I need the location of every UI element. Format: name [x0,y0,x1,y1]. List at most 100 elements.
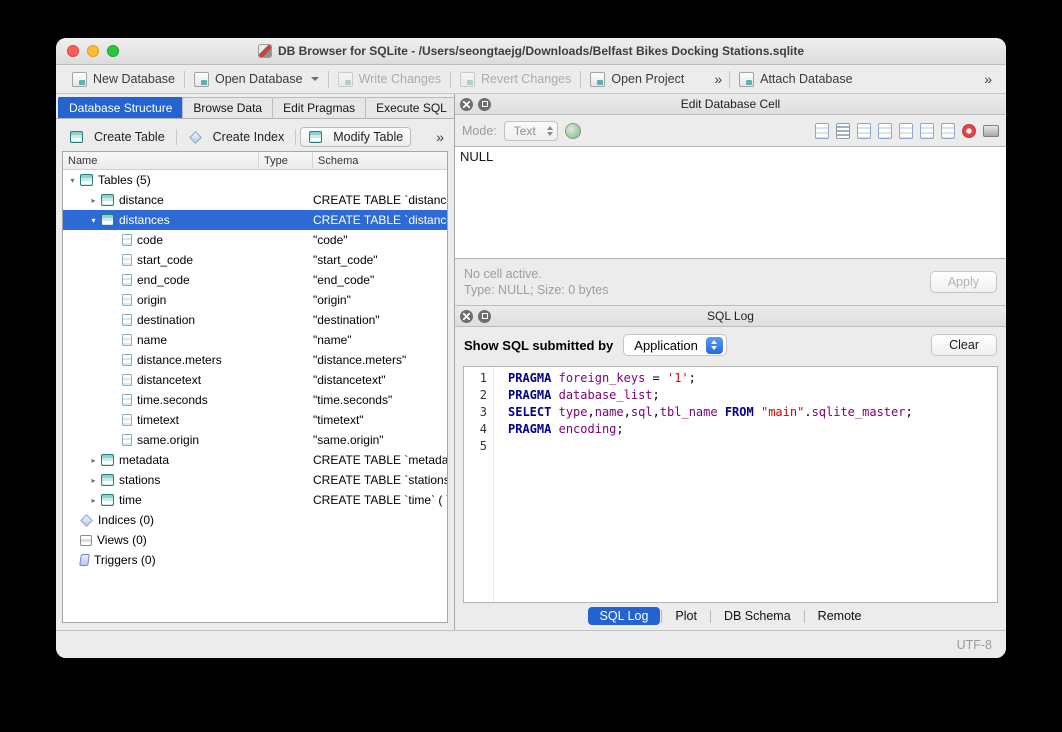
tree-row[interactable]: Triggers (0) [63,550,447,570]
close-window-button[interactable] [67,45,79,57]
attach-database-button[interactable]: Attach Database [730,65,861,93]
revert-changes-label: Revert Changes [481,72,571,86]
open-project-label: Open Project [611,72,684,86]
column-header-name[interactable]: Name [63,152,259,169]
tree-row[interactable]: destination "destination" [63,310,447,330]
set-null-icon[interactable] [962,124,976,138]
close-panel-button[interactable] [460,98,473,111]
save-icon[interactable] [941,123,955,139]
chevron-down-icon [311,77,319,81]
toolbar-overflow-icon[interactable]: » [707,71,729,87]
apply-button[interactable]: Apply [930,271,997,293]
tree-item-label: distancetext [137,373,201,387]
tree-row[interactable]: ▸ time CREATE TABLE `time` ( `fie [63,490,447,510]
close-panel-button[interactable] [460,310,473,323]
sql-log-view[interactable]: 12345 PRAGMA foreign_keys = '1';PRAGMA d… [463,366,998,603]
modify-table-label: Modify Table [333,130,403,144]
close-icon [463,313,470,320]
minimize-window-button[interactable] [87,45,99,57]
tree-row[interactable]: ▸ metadata CREATE TABLE `metadata` [63,450,447,470]
open-project-button[interactable]: Open Project [581,65,693,93]
application-dropdown[interactable]: Application [623,334,727,356]
tree-cell-name: destination [63,313,259,327]
zoom-window-button[interactable] [107,45,119,57]
tab-database-structure[interactable]: Database Structure [58,97,183,118]
encoding-indicator[interactable]: UTF-8 [957,638,992,652]
attach-database-label: Attach Database [760,72,852,86]
actions-overflow-icon[interactable]: » [436,129,448,145]
tree-row[interactable]: name "name" [63,330,447,350]
detach-panel-button[interactable] [478,98,491,111]
tree-cell-schema: CREATE TABLE `distances` [313,213,447,227]
tree-cell-name: Triggers (0) [63,553,259,567]
tree-row[interactable]: ▸ stations CREATE TABLE `stations` ( [63,470,447,490]
tree-cell-name: code [63,233,259,247]
gear-icon[interactable] [565,123,581,139]
new-database-button[interactable]: New Database [63,65,184,93]
tree-row[interactable]: start_code "start_code" [63,250,447,270]
tree-item-label: destination [137,313,195,327]
tree-row[interactable]: code "code" [63,230,447,250]
stepper-icon [543,122,557,140]
tree-cell-schema: "destination" [313,313,447,327]
tree-row[interactable]: origin "origin" [63,290,447,310]
tree-cell-schema: CREATE TABLE `distance` ( [313,193,447,207]
create-table-button[interactable]: Create Table [62,128,172,146]
expander-icon[interactable]: ▸ [87,476,100,485]
structure-tab-content: Create Table Create Index Modify Table » [56,118,454,630]
tree-row[interactable]: Indices (0) [63,510,447,530]
toolbar-overflow-icon[interactable]: » [977,71,999,87]
actions-separator [176,129,177,145]
tree-row[interactable]: ▾ distances CREATE TABLE `distances` [63,210,447,230]
expander-icon[interactable]: ▸ [87,196,100,205]
export-icon[interactable] [920,123,934,139]
copy-icon[interactable] [857,123,871,139]
tree-row[interactable]: time.seconds "time.seconds" [63,390,447,410]
column-header-type[interactable]: Type [259,152,313,169]
main-toolbar: New Database Open Database Write Changes… [56,65,1006,94]
tree-row[interactable]: ▸ distance CREATE TABLE `distance` ( [63,190,447,210]
tree-row[interactable]: end_code "end_code" [63,270,447,290]
tree-cell-name: Views (0) [63,533,259,547]
detach-panel-button[interactable] [478,310,491,323]
create-index-button[interactable]: Create Index [181,128,292,146]
tree-item-label: time.seconds [137,393,208,407]
text-view-icon[interactable] [815,123,829,139]
tab-execute-sql[interactable]: Execute SQL [365,97,458,118]
tab-edit-pragmas[interactable]: Edit Pragmas [272,97,366,118]
modify-table-button[interactable]: Modify Table [300,127,411,147]
expander-icon[interactable]: ▾ [87,216,100,225]
tab-sql-log[interactable]: SQL Log [588,607,661,625]
word-wrap-icon[interactable] [836,123,850,139]
tree-cell-schema: CREATE TABLE `time` ( `fie [313,493,447,507]
mode-combobox[interactable]: Text [504,121,558,141]
column-header-schema[interactable]: Schema [313,152,447,169]
paste-icon[interactable] [878,123,892,139]
import-icon[interactable] [899,123,913,139]
tab-plot[interactable]: Plot [663,607,709,625]
tree-row[interactable]: same.origin "same.origin" [63,430,447,450]
expander-icon[interactable]: ▸ [87,456,100,465]
tab-db-schema[interactable]: DB Schema [712,607,803,625]
expander-icon[interactable]: ▾ [66,176,79,185]
field-icon [122,414,132,426]
tree-cell-schema: "distance.meters" [313,353,447,367]
tab-separator [661,610,662,623]
open-database-button[interactable]: Open Database [185,65,328,93]
revert-changes-button[interactable]: Revert Changes [451,65,580,93]
table-icon [101,494,114,506]
tree-row[interactable]: distancetext "distancetext" [63,370,447,390]
print-icon[interactable] [983,125,999,137]
status-bar: UTF-8 [56,630,1006,658]
cell-editor-textarea[interactable]: NULL [455,146,1006,259]
tree-row[interactable]: distance.meters "distance.meters" [63,350,447,370]
indices-icon [80,514,93,527]
tree-row[interactable]: timetext "timetext" [63,410,447,430]
write-changes-button[interactable]: Write Changes [329,65,450,93]
expander-icon[interactable]: ▸ [87,496,100,505]
tree-row[interactable]: ▾ Tables (5) [63,170,447,190]
tree-row[interactable]: Views (0) [63,530,447,550]
tab-remote[interactable]: Remote [806,607,874,625]
clear-button[interactable]: Clear [931,334,997,356]
tab-browse-data[interactable]: Browse Data [182,97,273,118]
